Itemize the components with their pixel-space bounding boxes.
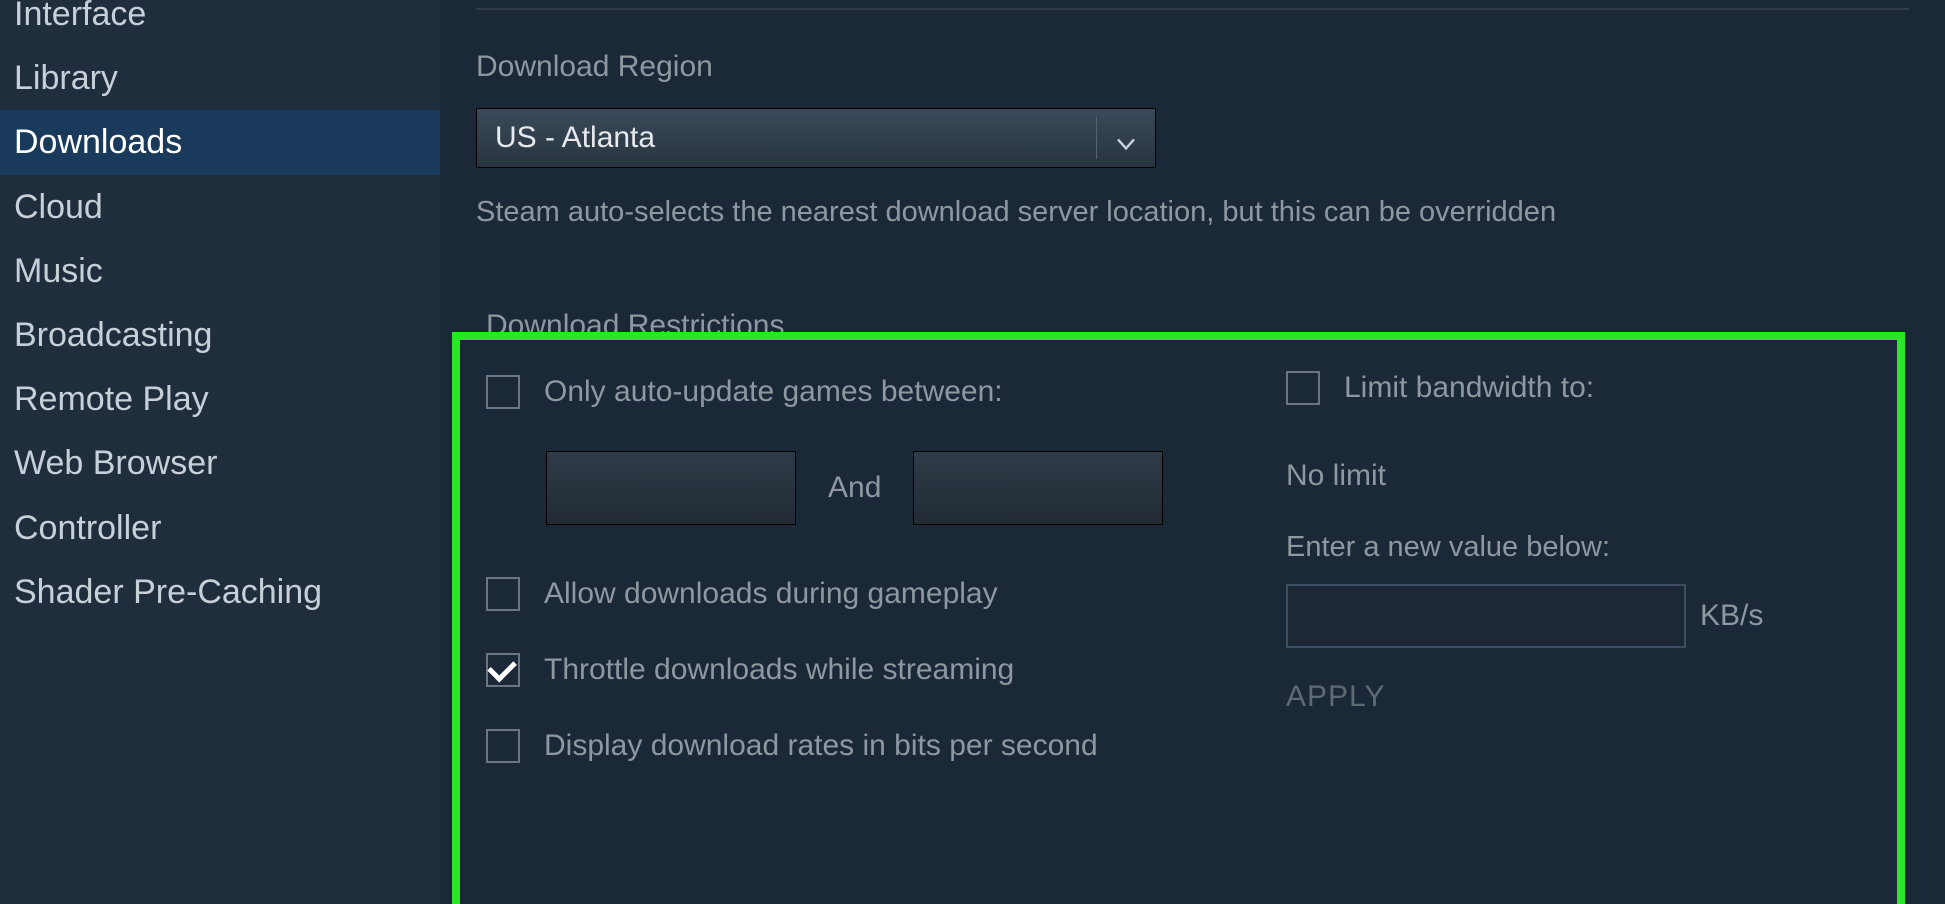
bandwidth-value-input[interactable] bbox=[1286, 584, 1686, 648]
no-limit-text: No limit bbox=[1286, 459, 1909, 493]
sidebar-item-broadcasting[interactable]: Broadcasting bbox=[0, 303, 440, 367]
sidebar-item-remote-play[interactable]: Remote Play bbox=[0, 367, 440, 431]
limit-bandwidth-label: Limit bandwidth to: bbox=[1344, 371, 1594, 405]
chevron-down-icon bbox=[1117, 124, 1135, 158]
auto-update-between-checkbox[interactable] bbox=[486, 375, 520, 409]
download-region-title: Download Region bbox=[476, 50, 1909, 84]
download-region-helper: Steam auto-selects the nearest download … bbox=[476, 196, 1909, 229]
throttle-streaming-label: Throttle downloads while streaming bbox=[544, 653, 1014, 687]
display-bits-label: Display download rates in bits per secon… bbox=[544, 729, 1098, 763]
divider bbox=[476, 8, 1909, 10]
auto-update-between-label: Only auto-update games between: bbox=[544, 375, 1003, 409]
allow-downloads-gameplay-checkbox[interactable] bbox=[486, 577, 520, 611]
download-restrictions-title: Download Restrictions bbox=[486, 309, 1286, 343]
sidebar-item-web-browser[interactable]: Web Browser bbox=[0, 431, 440, 495]
sidebar-item-interface[interactable]: Interface bbox=[0, 0, 440, 46]
limit-bandwidth-checkbox[interactable] bbox=[1286, 371, 1320, 405]
display-bits-checkbox[interactable] bbox=[486, 729, 520, 763]
auto-update-start-time[interactable] bbox=[546, 451, 796, 525]
allow-downloads-gameplay-label: Allow downloads during gameplay bbox=[544, 577, 998, 611]
throttle-streaming-checkbox[interactable] bbox=[486, 653, 520, 687]
download-region-selected: US - Atlanta bbox=[495, 121, 655, 155]
settings-sidebar: Interface Library Downloads Cloud Music … bbox=[0, 0, 440, 904]
sidebar-item-controller[interactable]: Controller bbox=[0, 496, 440, 560]
sidebar-item-downloads[interactable]: Downloads bbox=[0, 110, 440, 174]
auto-update-end-time[interactable] bbox=[913, 451, 1163, 525]
download-region-dropdown[interactable]: US - Atlanta bbox=[476, 108, 1156, 168]
settings-downloads-panel: Download Region US - Atlanta Steam auto-… bbox=[440, 0, 1945, 904]
dropdown-separator bbox=[1096, 117, 1097, 159]
sidebar-item-shader-pre-caching[interactable]: Shader Pre-Caching bbox=[0, 560, 440, 624]
sidebar-item-cloud[interactable]: Cloud bbox=[0, 175, 440, 239]
sidebar-item-library[interactable]: Library bbox=[0, 46, 440, 110]
sidebar-item-music[interactable]: Music bbox=[0, 239, 440, 303]
and-label: And bbox=[828, 471, 881, 505]
bandwidth-unit: KB/s bbox=[1700, 599, 1763, 633]
apply-button[interactable]: APPLY bbox=[1286, 680, 1909, 714]
enter-new-value-label: Enter a new value below: bbox=[1286, 531, 1909, 564]
